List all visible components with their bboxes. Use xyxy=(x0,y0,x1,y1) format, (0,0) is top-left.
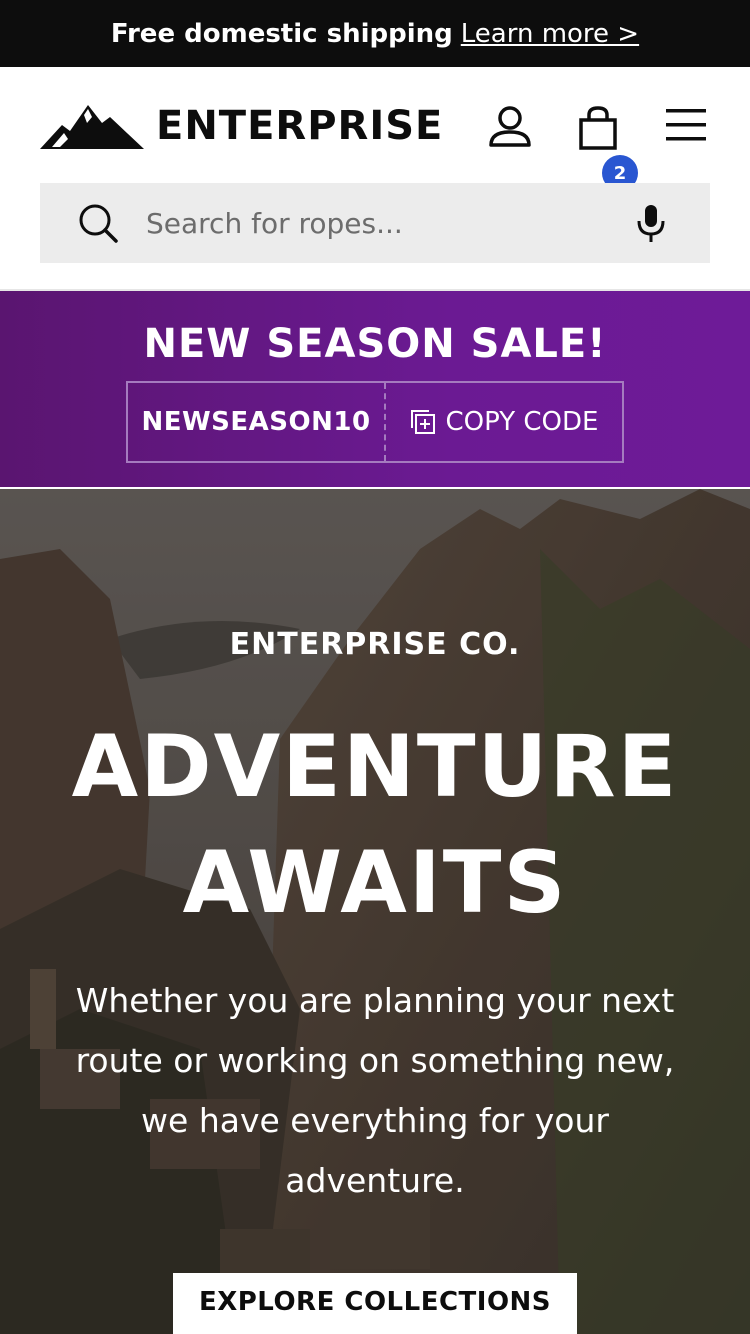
account-button[interactable] xyxy=(488,105,532,153)
mountain-logo-icon xyxy=(40,105,144,149)
promo-code-box: NEWSEASON10 COPY CODE xyxy=(126,381,624,463)
search-input[interactable] xyxy=(146,206,586,240)
search-bar xyxy=(40,183,710,263)
copy-code-label: COPY CODE xyxy=(445,407,599,437)
user-icon xyxy=(489,106,531,147)
hamburger-icon xyxy=(666,109,706,141)
site-header: ENTERPRISE 2 xyxy=(0,67,750,191)
bag-icon xyxy=(579,106,617,150)
copy-icon xyxy=(410,410,435,434)
announcement-bar: Free domestic shipping Learn more > xyxy=(0,0,750,67)
explore-collections-button[interactable]: EXPLORE COLLECTIONS xyxy=(173,1273,577,1334)
home-logo-link[interactable]: ENTERPRISE xyxy=(40,103,443,149)
hero-content: ENTERPRISE CO. ADVENTURE AWAITS Whether … xyxy=(0,489,750,1334)
hero-section: ENTERPRISE CO. ADVENTURE AWAITS Whether … xyxy=(0,489,750,1334)
learn-more-link[interactable]: Learn more > xyxy=(461,19,639,49)
hero-headline: ADVENTURE AWAITS xyxy=(0,709,750,941)
hero-eyebrow: ENTERPRISE CO. xyxy=(229,627,521,662)
brand-name: ENTERPRISE xyxy=(156,103,444,149)
microphone-icon[interactable] xyxy=(636,203,666,243)
cart-button[interactable] xyxy=(578,105,618,155)
hero-headline-line1: ADVENTURE xyxy=(71,717,679,817)
search-section xyxy=(0,183,750,291)
hero-description: Whether you are planning your next route… xyxy=(75,981,675,1200)
search-icon[interactable] xyxy=(78,203,118,243)
promo-title: NEW SEASON SALE! xyxy=(143,321,607,367)
promo-code: NEWSEASON10 xyxy=(128,383,386,461)
promo-banner: NEW SEASON SALE! NEWSEASON10 COPY CODE xyxy=(0,291,750,487)
menu-button[interactable] xyxy=(664,107,708,147)
hero-headline-line2: AWAITS xyxy=(182,833,568,933)
shipping-text: Free domestic shipping xyxy=(110,18,453,49)
copy-code-button[interactable]: COPY CODE xyxy=(386,383,622,461)
